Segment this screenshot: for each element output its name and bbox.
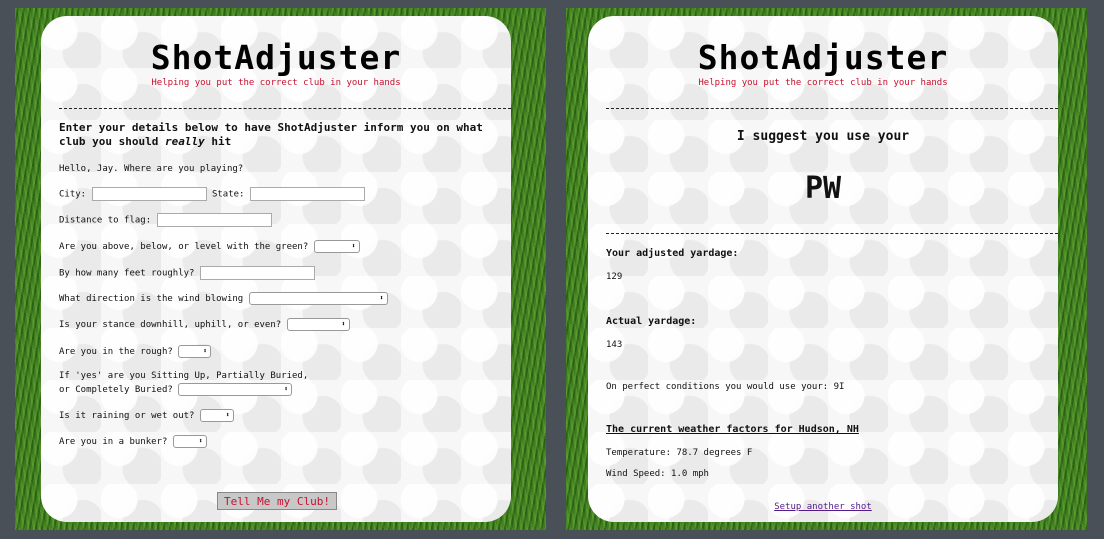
- distance-row: Distance to flag:: [59, 213, 272, 227]
- lie-select[interactable]: ⬍: [178, 383, 293, 396]
- rain-select[interactable]: ⬍: [199, 409, 234, 422]
- input-form-card: ShotAdjuster Helping you put the correct…: [41, 16, 511, 522]
- submit-button[interactable]: Tell Me my Club!: [217, 492, 337, 510]
- weather-heading: The current weather factors for Hudson, …: [606, 424, 859, 435]
- elevation-select[interactable]: ⬍: [313, 240, 360, 253]
- wind-select[interactable]: ⬍: [248, 292, 388, 305]
- select-arrows-icon: ⬍: [198, 437, 203, 445]
- state-label: State:: [211, 189, 245, 200]
- stance-row: Is your stance downhill, uphill, or even…: [59, 318, 350, 331]
- bunker-row: Are you in a bunker? ⬍: [59, 435, 207, 448]
- greeting: Hello, Jay. Where are you playing?: [59, 164, 244, 174]
- brand-tagline: Helping you put the correct club in your…: [151, 78, 401, 88]
- feet-row: By how many feet roughly?: [59, 266, 315, 280]
- rough-select[interactable]: ⬍: [178, 345, 212, 358]
- bunker-select[interactable]: ⬍: [172, 435, 207, 448]
- right-grass-background: ShotAdjuster Helping you put the correct…: [566, 8, 1087, 530]
- city-label: City:: [59, 189, 87, 200]
- intro-text-part1: Enter your details below to have ShotAdj…: [59, 121, 483, 148]
- result-divider: [606, 233, 1058, 234]
- rough-label: Are you in the rough?: [59, 347, 173, 357]
- brand-title: ShotAdjuster: [697, 38, 949, 77]
- rain-row: Is it raining or wet out? ⬍: [59, 409, 234, 422]
- state-input[interactable]: [249, 187, 365, 201]
- brand-tagline: Helping you put the correct club in your…: [698, 78, 948, 88]
- select-arrows-icon: ⬍: [341, 320, 346, 328]
- select-arrows-icon: ⬍: [203, 347, 208, 355]
- select-arrows-icon: ⬍: [284, 385, 289, 393]
- perfect-conditions-text: On perfect conditions you would use your…: [606, 382, 845, 392]
- select-arrows-icon: ⬍: [225, 411, 230, 419]
- lie-row: If 'yes' are you Sitting Up, Partially B…: [59, 370, 308, 397]
- select-arrows-icon: ⬍: [351, 242, 356, 250]
- wind-speed-text: Wind Speed: 1.0 mph: [606, 469, 709, 479]
- city-input[interactable]: [91, 187, 207, 201]
- result-card: ShotAdjuster Helping you put the correct…: [588, 16, 1058, 522]
- wind-row: What direction is the wind blowing ⬍: [59, 292, 388, 305]
- wind-label: What direction is the wind blowing: [59, 294, 244, 304]
- feet-label: By how many feet roughly?: [59, 268, 195, 279]
- club-result: PW: [804, 171, 842, 206]
- rain-label: Is it raining or wet out?: [59, 411, 195, 421]
- adjusted-yardage-label: Your adjusted yardage:: [606, 248, 739, 259]
- temperature-text: Temperature: 78.7 degrees F: [606, 448, 753, 458]
- elevation-label: Are you above, below, or level with the …: [59, 242, 309, 252]
- intro-text-emphasis: really: [164, 135, 205, 148]
- actual-yardage-label: Actual yardage:: [606, 316, 697, 327]
- lie-label-line2: or Completely Buried?: [59, 385, 173, 395]
- rough-row: Are you in the rough? ⬍: [59, 345, 212, 358]
- setup-another-shot-link[interactable]: Setup another shot: [588, 502, 1058, 512]
- distance-input[interactable]: [156, 213, 272, 227]
- intro-text: Enter your details below to have ShotAdj…: [59, 121, 493, 149]
- select-arrows-icon: ⬍: [379, 294, 384, 302]
- intro-text-part2: hit: [204, 135, 232, 148]
- bunker-label: Are you in a bunker?: [59, 437, 168, 447]
- suggest-heading: I suggest you use your: [736, 129, 910, 144]
- header-divider: [59, 108, 511, 109]
- brand-title: ShotAdjuster: [150, 38, 402, 77]
- city-state-row: City: State:: [59, 187, 365, 201]
- feet-input[interactable]: [199, 266, 315, 280]
- left-grass-background: ShotAdjuster Helping you put the correct…: [15, 8, 546, 530]
- lie-label-line1: If 'yes' are you Sitting Up, Partially B…: [59, 371, 309, 381]
- stance-label: Is your stance downhill, uphill, or even…: [59, 320, 282, 330]
- adjusted-yardage-value: 129: [606, 272, 623, 282]
- distance-label: Distance to flag:: [59, 215, 152, 226]
- actual-yardage-value: 143: [606, 340, 623, 350]
- header-divider: [606, 108, 1058, 109]
- stance-select[interactable]: ⬍: [286, 318, 350, 331]
- elevation-row: Are you above, below, or level with the …: [59, 240, 360, 253]
